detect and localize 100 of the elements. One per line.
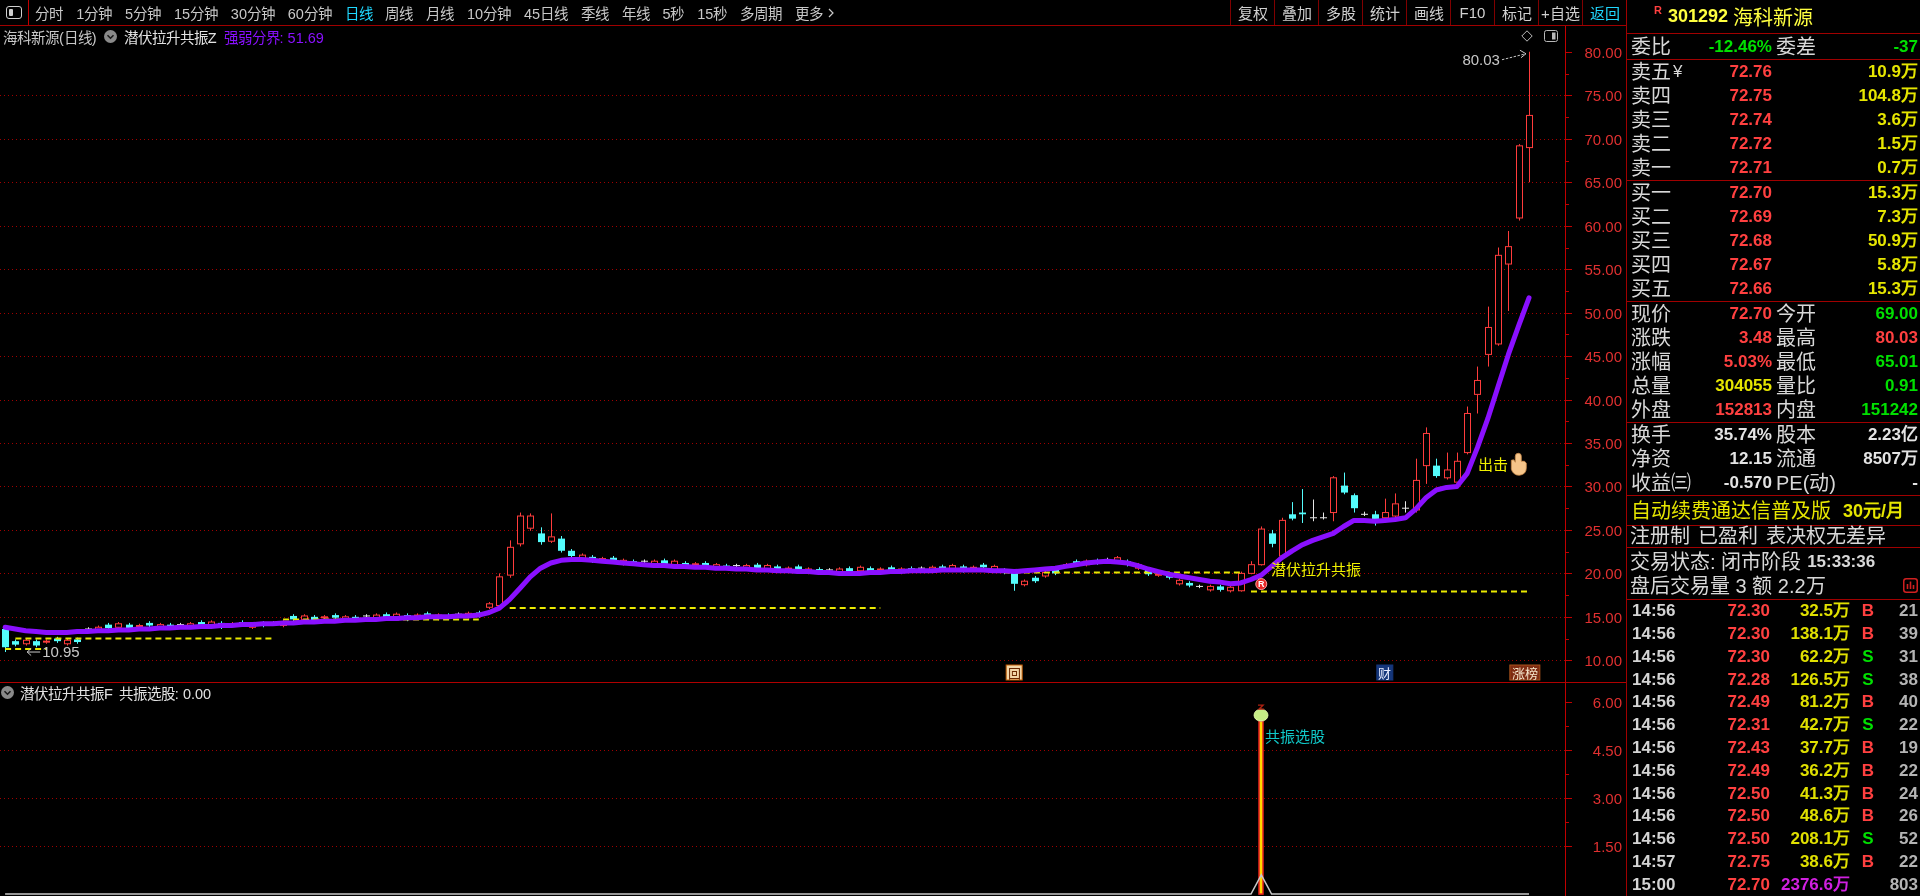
axis-label: 60.00 xyxy=(1584,217,1622,235)
trade-price: 72.49 xyxy=(1727,760,1770,781)
quote-label: 最低 xyxy=(1775,351,1816,373)
trade-price: 72.50 xyxy=(1727,806,1770,827)
ask-label: 卖二 xyxy=(1631,133,1671,155)
axis-label: 40.00 xyxy=(1584,391,1622,409)
quote-value: 65.01 xyxy=(1875,352,1918,372)
trade-price: 72.75 xyxy=(1727,851,1770,872)
trade-time: 14:56 xyxy=(1632,829,1676,850)
trade-volume: 37.7万 xyxy=(1799,737,1850,758)
trade-price: 72.43 xyxy=(1727,737,1770,758)
quote-value: 151242 xyxy=(1861,400,1918,420)
ask-volume: 3.6万 xyxy=(1877,110,1918,130)
trade-volume: 208.1万 xyxy=(1790,829,1850,850)
trade-price: 72.30 xyxy=(1727,624,1770,645)
quote-value: 8507万 xyxy=(1863,449,1918,469)
quote-value: 69.00 xyxy=(1875,304,1918,324)
axis-label: 80.00 xyxy=(1584,43,1622,61)
axis-label: 25.00 xyxy=(1584,521,1622,539)
ask-label: 卖四 xyxy=(1631,85,1671,107)
quote-value: 72.70 xyxy=(1729,304,1772,324)
quote-value: -0.570 xyxy=(1723,473,1772,493)
quote-label: 量比 xyxy=(1775,375,1816,397)
axis-label: 30.00 xyxy=(1584,477,1622,495)
quote-value: -37 xyxy=(1893,36,1918,57)
trade-volume: 41.3万 xyxy=(1799,783,1850,804)
trade-price: 72.50 xyxy=(1727,783,1770,804)
quote-value: 80.03 xyxy=(1875,328,1918,348)
trade-side: B xyxy=(1861,783,1875,804)
trade-side: B xyxy=(1861,806,1875,827)
ask-label: 卖五 xyxy=(1631,61,1671,83)
bid-volume: 15.3万 xyxy=(1867,279,1918,299)
trade-count: 26 xyxy=(1899,806,1918,827)
promo-price: 30元/月 xyxy=(1843,499,1905,522)
quote-value: -12.46% xyxy=(1708,36,1772,57)
stock-tag: 表决权无差异 xyxy=(1766,526,1886,547)
trade-count: 31 xyxy=(1899,646,1918,667)
market-label: R xyxy=(1654,4,1662,16)
ask-volume: 10.9万 xyxy=(1867,62,1918,82)
ask-volume: 1.5万 xyxy=(1877,134,1918,154)
ask-label: 卖一 xyxy=(1631,157,1671,179)
trade-count: 22 xyxy=(1899,715,1918,736)
indicator-name: 潜伏拉升共振Z xyxy=(123,28,217,47)
signal-label: 潜伏拉升共振 xyxy=(1271,560,1362,578)
trade-time: 14:56 xyxy=(1632,715,1676,736)
quote-label: 内盘 xyxy=(1775,399,1816,421)
quote-value: 35.74% xyxy=(1714,425,1772,445)
axis-label: 55.00 xyxy=(1584,260,1622,278)
quote-value: 5.03% xyxy=(1723,352,1772,372)
bid-volume: 7.3万 xyxy=(1877,207,1918,227)
stock-tag: 已盈利 xyxy=(1698,526,1758,547)
bid-label: 买三 xyxy=(1631,230,1671,252)
bid-price: 72.69 xyxy=(1729,207,1772,227)
trade-count: 19 xyxy=(1899,737,1918,758)
promo-text: 自动续费通达信普及版 xyxy=(1631,499,1831,522)
quote-value: 3.48 xyxy=(1738,328,1772,348)
low-price-label: 10.95 xyxy=(42,643,80,660)
bid-volume: 15.3万 xyxy=(1867,183,1918,203)
trade-side: B xyxy=(1861,737,1875,758)
trade-side: B xyxy=(1861,601,1875,622)
ask-label: 卖三 xyxy=(1631,109,1671,131)
trade-time: 14:56 xyxy=(1632,737,1676,758)
quote-label: 总量 xyxy=(1630,375,1671,397)
trade-price: 72.31 xyxy=(1727,715,1770,736)
trade-count: 803 xyxy=(1889,874,1918,895)
trade-side: B xyxy=(1861,624,1875,645)
trade-count: 21 xyxy=(1899,601,1918,622)
quote-label: 股本 xyxy=(1775,424,1816,446)
trade-volume: 138.1万 xyxy=(1790,624,1850,645)
chart-title: 海科新源(日线) xyxy=(3,28,97,47)
trade-volume: 2376.6万 xyxy=(1781,874,1850,895)
trade-count: 22 xyxy=(1899,851,1918,872)
stock-code: 301292 xyxy=(1667,6,1729,27)
axis-label: 20.00 xyxy=(1584,564,1622,582)
trade-price: 72.50 xyxy=(1727,829,1770,850)
trade-price: 72.70 xyxy=(1727,874,1770,895)
quote-label: 涨幅 xyxy=(1630,351,1671,373)
bid-volume: 50.9万 xyxy=(1867,231,1918,251)
trade-volume: 42.7万 xyxy=(1799,715,1850,736)
indicator-reading: 共振选股: 0.00 xyxy=(118,684,212,703)
axis-label: 35.00 xyxy=(1584,434,1622,452)
quote-label: 收益㈢ xyxy=(1630,472,1691,494)
trade-time: 14:56 xyxy=(1632,624,1676,645)
axis-label: 15.00 xyxy=(1584,608,1622,626)
bid-price: 72.68 xyxy=(1729,231,1772,251)
trade-price: 72.30 xyxy=(1727,646,1770,667)
stock-name: 海科新源 xyxy=(1733,6,1814,31)
ask-price: 72.72 xyxy=(1729,134,1772,154)
trade-side: S xyxy=(1862,829,1874,850)
trade-status: 交易状态: 闭市阶段 xyxy=(1630,550,1802,573)
trade-time: 15:00 xyxy=(1632,874,1676,895)
ask-price: 72.74 xyxy=(1729,110,1772,130)
trade-volume: 36.2万 xyxy=(1799,760,1850,781)
stock-tag: 注册制 xyxy=(1630,526,1690,547)
trade-time: 14:56 xyxy=(1632,646,1676,667)
axis-label: 75.00 xyxy=(1584,86,1622,104)
trade-side: B xyxy=(1861,692,1875,713)
high-price-label: 80.03 xyxy=(1462,50,1500,68)
indicator-reading: 强弱分界: 51.69 xyxy=(223,28,324,47)
trade-side: B xyxy=(1861,760,1875,781)
